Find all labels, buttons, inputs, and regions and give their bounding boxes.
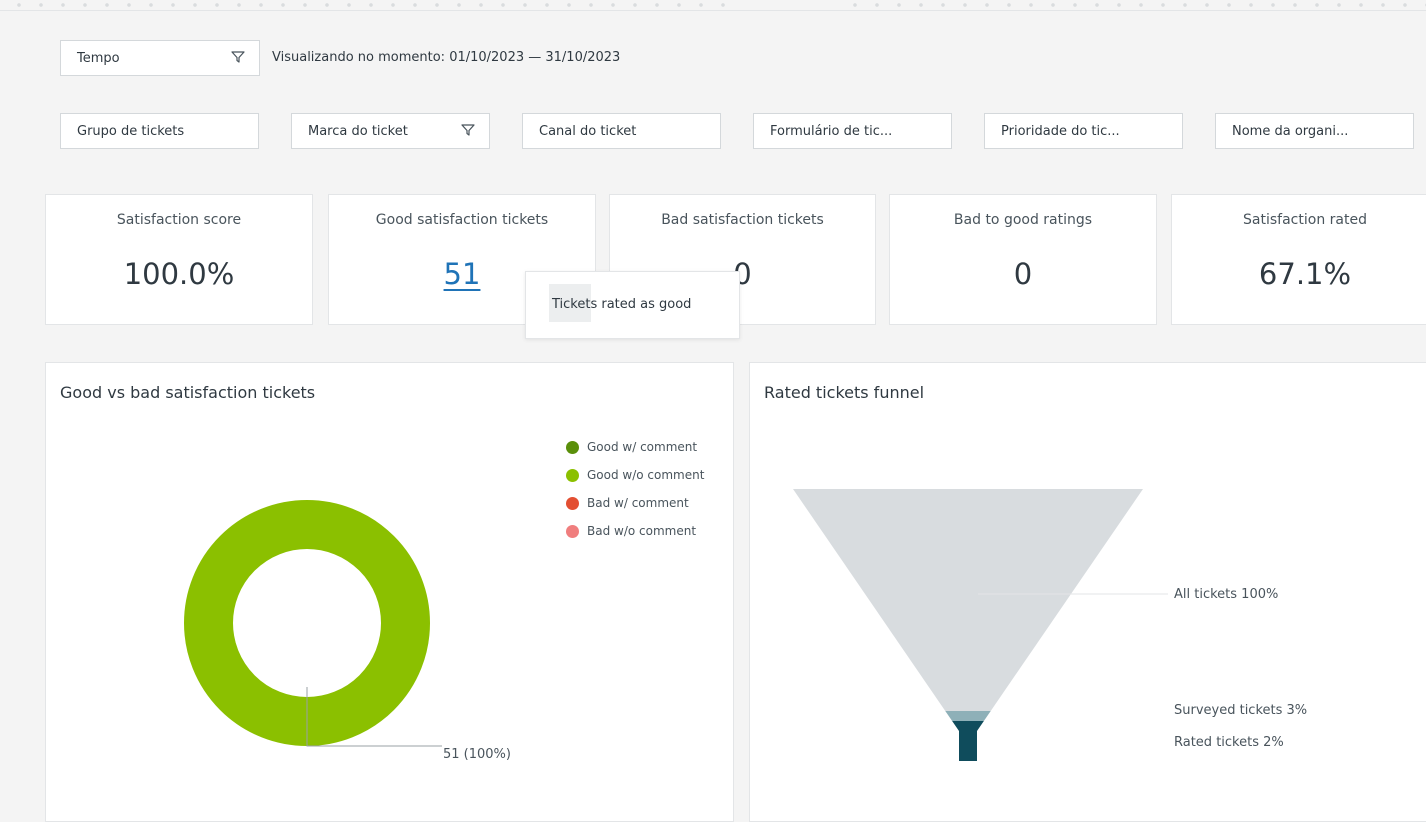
filter-label: Nome da organi... xyxy=(1232,123,1349,139)
data-label: 51 (100%) xyxy=(443,747,511,762)
divider xyxy=(0,10,1426,11)
filter-label: Grupo de tickets xyxy=(77,123,185,139)
kpi-bad-to-good-ratings: Bad to good ratings 0 xyxy=(889,194,1157,325)
tooltip: Tickets rated as good xyxy=(525,271,740,339)
kpi-value: 0 xyxy=(1013,257,1033,291)
filter-ticket-group[interactable]: Grupo de tickets xyxy=(60,113,259,149)
filter-icon xyxy=(461,124,475,136)
filter-icon xyxy=(231,51,245,63)
time-filter[interactable]: Tempo xyxy=(60,40,260,76)
funnel-stage-rated-tickets[interactable] xyxy=(952,721,984,761)
kpi-label: Bad satisfaction tickets xyxy=(661,212,824,228)
top-scroll-strip xyxy=(0,0,1426,10)
kpi-label: Satisfaction score xyxy=(116,212,242,228)
funnel-label: Rated tickets 2% xyxy=(1174,735,1284,750)
filter-ticket-brand[interactable]: Marca do ticket xyxy=(291,113,490,149)
kpi-value-link[interactable]: 51 xyxy=(444,257,481,291)
filter-ticket-channel[interactable]: Canal do ticket xyxy=(522,113,721,149)
donut-chart-panel: Good vs bad satisfaction tickets Good w/… xyxy=(45,362,734,822)
filter-label: Formulário de tic... xyxy=(770,123,893,139)
filter-label: Canal do ticket xyxy=(539,123,637,139)
funnel-stage-surveyed-tickets[interactable] xyxy=(945,711,991,721)
filter-label: Marca do ticket xyxy=(308,123,408,139)
filter-ticket-priority[interactable]: Prioridade do tic... xyxy=(984,113,1183,149)
kpi-value: 67.1% xyxy=(1258,257,1352,291)
tooltip-text: Tickets rated as good xyxy=(552,297,692,312)
filter-label: Prioridade do tic... xyxy=(1001,123,1120,139)
kpi-label: Bad to good ratings xyxy=(953,212,1093,228)
kpi-satisfaction-rated: Satisfaction rated 67.1% xyxy=(1171,194,1426,325)
filter-ticket-form[interactable]: Formulário de tic... xyxy=(753,113,952,149)
kpi-satisfaction-score: Satisfaction score 100.0% xyxy=(45,194,313,325)
kpi-label: Satisfaction rated xyxy=(1243,212,1367,228)
donut-chart: 51 (100%) xyxy=(184,500,511,762)
time-filter-label: Tempo xyxy=(77,50,120,66)
kpi-label: Good satisfaction tickets xyxy=(375,212,549,228)
funnel-label: Surveyed tickets 3% xyxy=(1174,703,1307,718)
kpi-value: 100.0% xyxy=(123,257,235,291)
funnel-chart: All tickets 100% Surveyed tickets 3% Rated… xyxy=(793,489,1307,761)
funnel-stage-all-tickets[interactable] xyxy=(793,489,1143,711)
funnel-label: All tickets 100% xyxy=(1174,587,1278,602)
viewing-period-text: Visualizando no momento: 01/10/2023 — 31… xyxy=(272,50,621,65)
filter-organization-name[interactable]: Nome da organi... xyxy=(1215,113,1414,149)
funnel-chart-panel: Rated tickets funnel All tickets 100% Sur… xyxy=(749,362,1426,822)
